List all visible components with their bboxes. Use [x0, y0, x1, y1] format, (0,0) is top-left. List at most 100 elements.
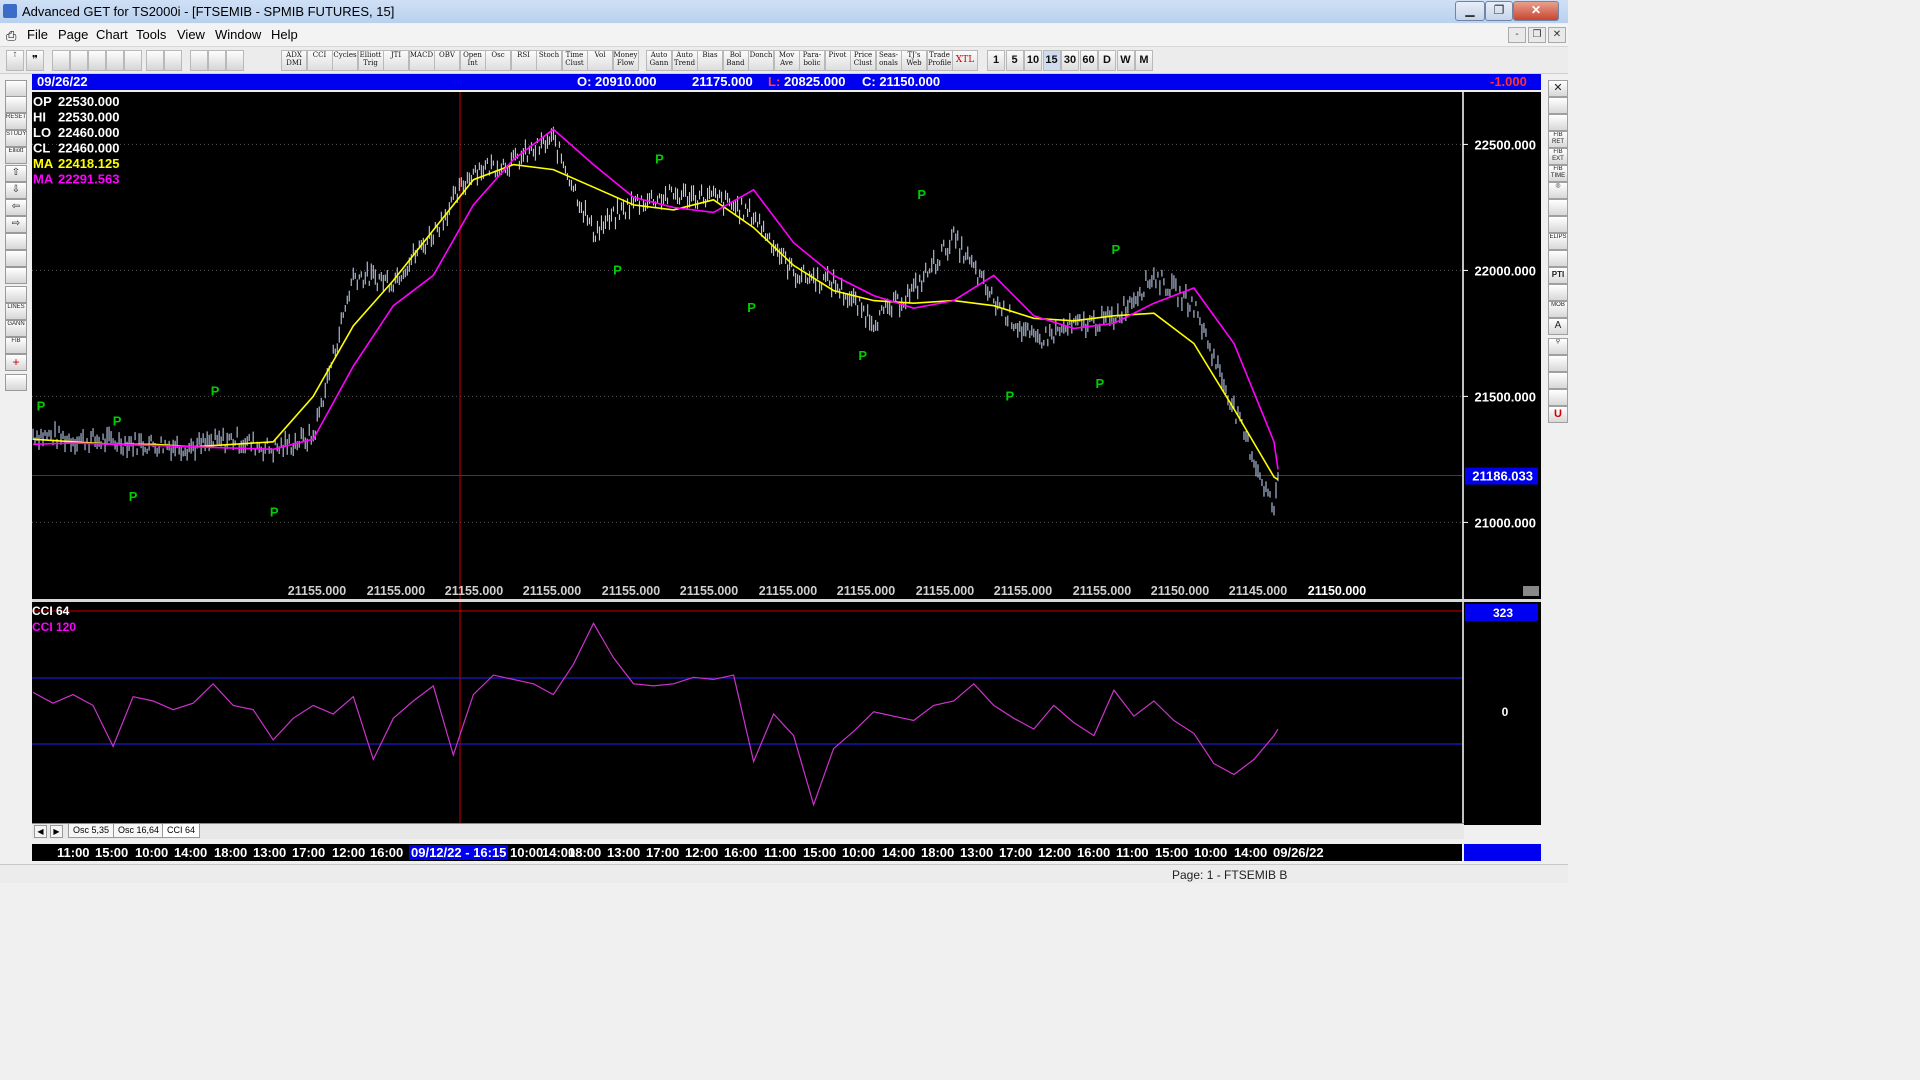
print-icon[interactable]	[190, 50, 208, 71]
compress-icon[interactable]	[5, 233, 27, 250]
study-button-seas-onals[interactable]: Seas-onals	[875, 50, 902, 71]
grid2-icon[interactable]	[1548, 284, 1568, 301]
study-button-rsi[interactable]: RSI	[510, 50, 537, 71]
period-button-1[interactable]: 1	[987, 50, 1005, 71]
study-button-cci[interactable]: CCI	[306, 50, 333, 71]
tab-osc-5-35[interactable]: Osc 5,35	[68, 824, 115, 838]
study-button-money-flow[interactable]: Money Flow	[612, 50, 639, 71]
arrow-up-icon[interactable]: ⇧	[5, 165, 27, 182]
menu-tools[interactable]: Tools	[136, 27, 166, 42]
study-button-auto-gann[interactable]: Auto Gann	[646, 50, 672, 71]
maximize-button[interactable]: ❐	[1485, 1, 1513, 21]
study-button-adx-dmi[interactable]: ADX DMI	[281, 50, 307, 71]
pti-icon[interactable]: PTI	[1548, 267, 1568, 284]
gann-icon[interactable]: GANN	[5, 320, 27, 337]
study-button-xtl[interactable]: XTL	[952, 50, 978, 71]
close-button[interactable]: ✕	[1513, 1, 1559, 21]
new-page-icon[interactable]	[52, 50, 70, 71]
mdi-close-button[interactable]: ✕	[1548, 27, 1566, 43]
scale-grip-icon[interactable]	[1523, 586, 1539, 596]
study-icon[interactable]: STUDY	[5, 130, 27, 147]
window-icon[interactable]	[164, 50, 182, 71]
crosshair-icon[interactable]: +	[5, 354, 27, 371]
circle-icon[interactable]: ◎	[1548, 182, 1568, 199]
notes-icon[interactable]	[1548, 389, 1568, 406]
study-button-time-clust[interactable]: Time Clust	[561, 50, 588, 71]
study-button-mov-ave[interactable]: Mov Ave	[773, 50, 800, 71]
mdi-minimize-button[interactable]: -	[1508, 27, 1526, 43]
mdi-restore-button[interactable]: ❐	[1528, 27, 1546, 43]
study-button-price-clust[interactable]: Price Clust	[850, 50, 876, 71]
fan-icon[interactable]	[1548, 199, 1568, 216]
elliott-icon[interactable]: Elliott	[5, 147, 27, 164]
study-button-para-bolic[interactable]: Para-bolic	[799, 50, 825, 71]
period-button-m[interactable]: M	[1135, 50, 1153, 71]
zoom-icon[interactable]	[5, 267, 27, 284]
tab-scroll-left[interactable]: ◀	[34, 825, 47, 838]
quote-icon[interactable]: ❞	[26, 50, 44, 71]
study-button-elliott-trig[interactable]: Elliott Trig	[357, 50, 384, 71]
pointer-icon[interactable]: ⇡	[6, 50, 24, 71]
tab-scroll-right[interactable]: ▶	[50, 825, 63, 838]
study-button-tj-s-web[interactable]: TJ's Web	[901, 50, 927, 71]
study-button-bias[interactable]: Bias	[697, 50, 723, 71]
ellipse-icon[interactable]: ELIPS	[1548, 233, 1568, 250]
close-x-icon[interactable]: ✕	[1548, 80, 1568, 97]
chart-type-icon[interactable]	[5, 96, 27, 113]
eraser-icon[interactable]	[1548, 355, 1568, 372]
arrow-right-icon[interactable]: ⇨	[5, 216, 27, 233]
lightbulb-icon[interactable]	[208, 50, 226, 71]
undo-icon[interactable]: U	[1548, 406, 1568, 423]
load-icon[interactable]	[5, 80, 27, 97]
tab-cci-64[interactable]: CCI 64	[162, 824, 201, 838]
study-button-cycles[interactable]: Cycles	[332, 50, 358, 71]
study-button-bol-band[interactable]: Bol Band	[722, 50, 749, 71]
period-button-10[interactable]: 10	[1024, 50, 1042, 71]
grid-icon[interactable]	[146, 50, 164, 71]
lines-icon[interactable]: LINES	[5, 303, 27, 320]
menu-chart[interactable]: Chart	[96, 27, 128, 42]
arrow-down-icon[interactable]: ⇩	[5, 182, 27, 199]
reset-icon[interactable]: RESET	[5, 113, 27, 130]
study-button-auto-trend[interactable]: Auto Trend	[671, 50, 698, 71]
study-button-jti[interactable]: JTI	[383, 50, 409, 71]
menu-page[interactable]: Page	[58, 27, 88, 42]
study-button-macd[interactable]: MACD	[408, 50, 435, 71]
fib-icon[interactable]: FIB	[5, 337, 27, 354]
study-button-obv[interactable]: OBV	[434, 50, 460, 71]
period-button-30[interactable]: 30	[1061, 50, 1079, 71]
menu-view[interactable]: View	[177, 27, 205, 42]
study-button-donch[interactable]: Donch	[748, 50, 774, 71]
pane-separator[interactable]	[32, 599, 1541, 602]
link-icon[interactable]	[88, 50, 106, 71]
study-button-osc[interactable]: Osc	[485, 50, 511, 71]
list-icon[interactable]	[1548, 372, 1568, 389]
trend-icon[interactable]	[1548, 250, 1568, 267]
table-icon[interactable]	[5, 286, 27, 303]
help-icon[interactable]	[226, 50, 244, 71]
fib-ext-icon[interactable]: FIB EXT	[1548, 148, 1568, 165]
mob-icon[interactable]: MOB	[1548, 301, 1568, 318]
study-button-pivot[interactable]: Pivot	[824, 50, 851, 71]
study-button-vol[interactable]: Vol	[587, 50, 613, 71]
arrow-left-icon[interactable]: ⇦	[5, 199, 27, 216]
study-button-open-int[interactable]: Open Int	[459, 50, 486, 71]
study-button-trade-profile[interactable]: Trade Profile	[926, 50, 953, 71]
chart-area[interactable]: P P P P P P P P P P P P P OP 22530.000 HI 22530.000 LO 224…	[32, 92, 1541, 825]
text-icon[interactable]: A	[1548, 318, 1568, 335]
period-button-15[interactable]: 15	[1042, 50, 1061, 71]
line-draw-icon[interactable]	[1548, 114, 1568, 131]
refresh-icon[interactable]	[106, 50, 124, 71]
period-button-d[interactable]: D	[1098, 50, 1116, 71]
layout-icon[interactable]	[124, 50, 142, 71]
tab-osc-16-64[interactable]: Osc 16,64	[113, 824, 165, 838]
period-button-60[interactable]: 60	[1079, 50, 1098, 71]
pencil-icon[interactable]	[1548, 97, 1568, 114]
expand-icon[interactable]	[5, 250, 27, 267]
period-button-5[interactable]: 5	[1005, 50, 1024, 71]
minimize-button[interactable]: ▁	[1455, 1, 1485, 21]
print-setup-icon[interactable]	[5, 374, 27, 391]
copy-icon[interactable]	[70, 50, 88, 71]
menu-help[interactable]: Help	[271, 27, 298, 42]
fib-time-icon[interactable]: FIB TIME	[1548, 165, 1568, 182]
